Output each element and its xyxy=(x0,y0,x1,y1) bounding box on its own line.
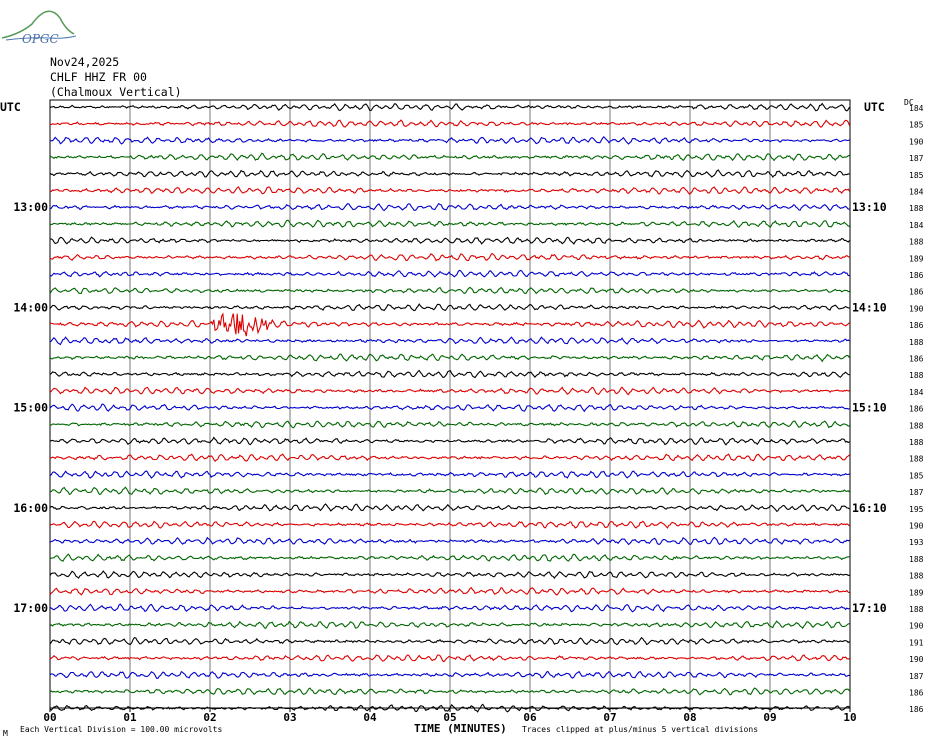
x-axis-title: TIME (MINUTES) xyxy=(414,722,507,735)
dc-offset-value: 187 xyxy=(909,154,924,163)
x-tick-label: 02 xyxy=(203,711,216,724)
x-tick-label: 08 xyxy=(683,711,696,724)
dc-offset-value: 186 xyxy=(909,705,924,714)
x-tick-label: 07 xyxy=(603,711,616,724)
dc-offset-value: 188 xyxy=(909,572,924,581)
dc-offset-value: 195 xyxy=(909,505,924,514)
left-time-label: 16:00 xyxy=(13,501,48,515)
x-tick-label: 00 xyxy=(43,711,56,724)
dc-offset-value: 184 xyxy=(909,221,924,230)
dc-offset-value: 188 xyxy=(909,238,924,247)
dc-offset-value: 188 xyxy=(909,605,924,614)
dc-offset-value: 190 xyxy=(909,655,924,664)
dc-offset-value: 191 xyxy=(909,638,924,647)
dc-offset-value: 186 xyxy=(909,355,924,364)
left-time-label: 14:00 xyxy=(13,300,48,314)
x-tick-label: 04 xyxy=(363,711,377,724)
x-tick-label: 10 xyxy=(843,711,856,724)
scale-note: Each Vertical Division = 100.00 microvol… xyxy=(20,725,223,734)
dc-offset-value: 189 xyxy=(909,588,924,597)
dc-offset-value: 185 xyxy=(909,121,924,130)
dc-offset-value: 184 xyxy=(909,188,924,197)
dc-offset-value: 185 xyxy=(909,171,924,180)
seismogram-plot: 00 01 02 03 04 05 06 07 08 09 10184185190187185184… xyxy=(13,99,924,724)
x-tick-label: 03 xyxy=(283,711,296,724)
dc-offset-value: 188 xyxy=(909,371,924,380)
dc-offset-value: 193 xyxy=(909,538,924,547)
x-tick-label: 01 xyxy=(123,711,137,724)
right-time-label: 13:10 xyxy=(852,200,887,214)
dc-offset-value: 188 xyxy=(909,455,924,464)
dc-offset-value: 186 xyxy=(909,689,924,698)
dc-offset-value: 190 xyxy=(909,622,924,631)
dc-offset-value: 188 xyxy=(909,204,924,213)
dc-offset-value: 184 xyxy=(909,388,924,397)
dc-offset-value: 190 xyxy=(909,522,924,531)
dc-offset-value: 186 xyxy=(909,405,924,414)
dc-offset-value: 188 xyxy=(909,338,924,347)
dc-offset-value: 184 xyxy=(909,104,924,113)
dc-offset-value: 186 xyxy=(909,321,924,330)
dc-offset-value: 190 xyxy=(909,304,924,313)
x-tick-label: 06 xyxy=(523,711,537,724)
dc-offset-value: 186 xyxy=(909,288,924,297)
right-time-label: 16:10 xyxy=(852,501,887,515)
dc-offset-value: 190 xyxy=(909,137,924,146)
dc-offset-value: 185 xyxy=(909,471,924,480)
left-time-label: 13:00 xyxy=(13,200,48,214)
corner-mark: M xyxy=(3,729,8,738)
clip-note: Traces clipped at plus/minus 5 vertical … xyxy=(522,725,759,734)
left-time-label: 17:00 xyxy=(13,601,48,615)
left-time-label: 15:00 xyxy=(13,401,48,415)
right-time-label: 14:10 xyxy=(852,300,887,314)
dc-offset-value: 188 xyxy=(909,555,924,564)
right-time-label: 17:10 xyxy=(852,601,887,615)
dc-offset-value: 187 xyxy=(909,488,924,497)
dc-offset-value: 189 xyxy=(909,254,924,263)
dc-offset-value: 187 xyxy=(909,672,924,681)
right-time-label: 15:10 xyxy=(852,401,887,415)
dc-offset-value: 186 xyxy=(909,271,924,280)
x-tick-label: 09 xyxy=(763,711,776,724)
dc-offset-value: 188 xyxy=(909,438,924,447)
dc-offset-value: 188 xyxy=(909,421,924,430)
